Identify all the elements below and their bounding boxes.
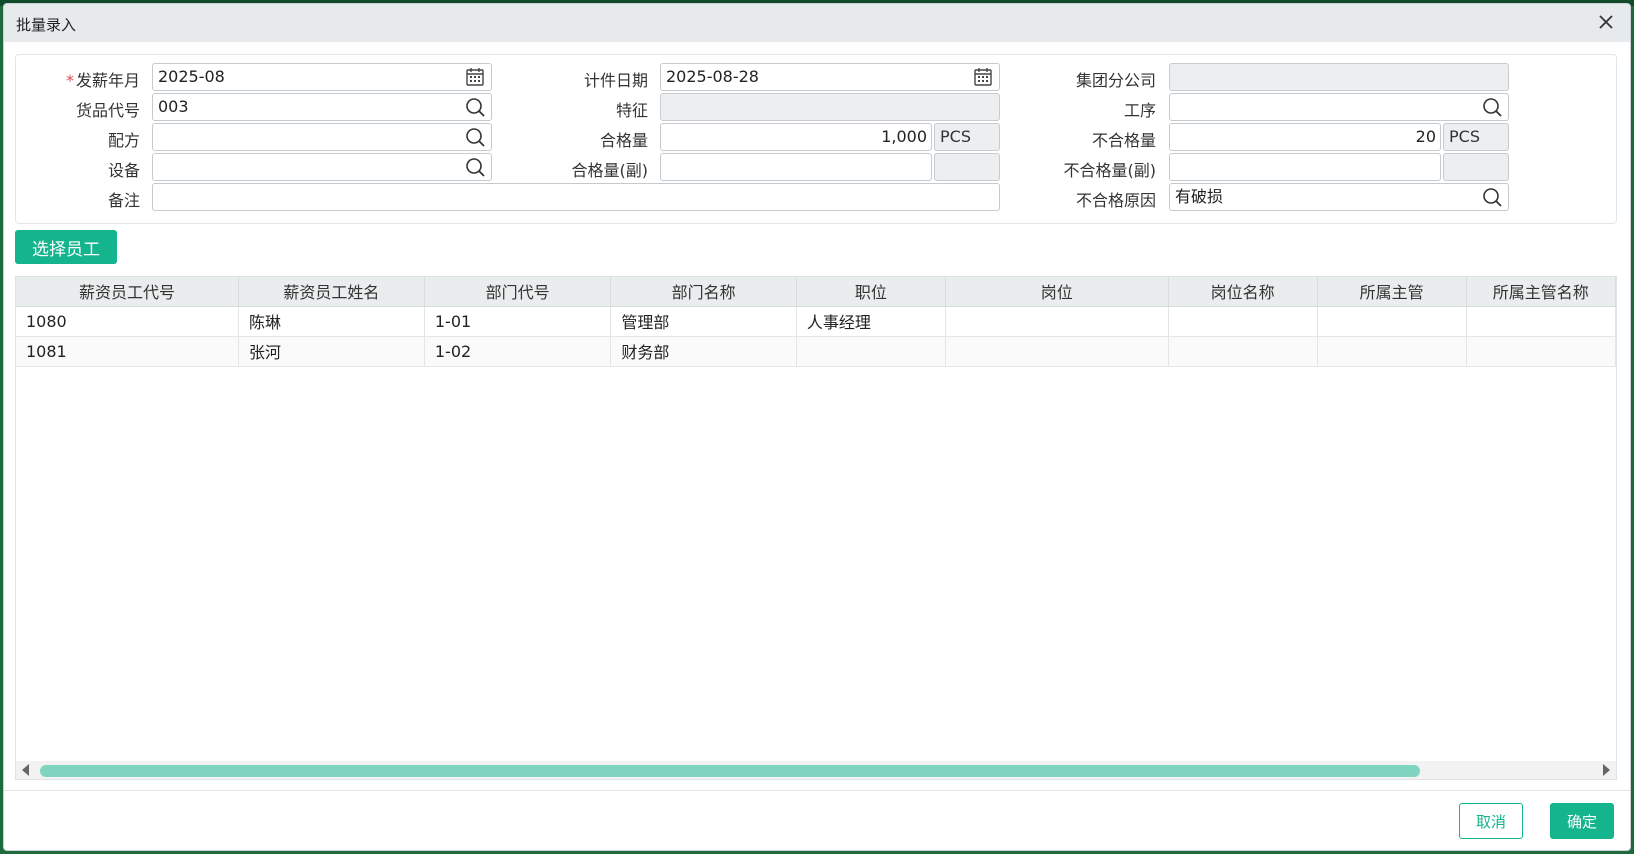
table-cell[interactable]: 管理部 [610, 306, 797, 337]
unqualified-reason-label: 不合格原因 [1075, 191, 1156, 210]
pay-month-label: * 发薪年月 [65, 71, 140, 90]
column-header[interactable]: 所属主管 [1317, 277, 1467, 307]
unqualified-qty-input[interactable]: 20 [1169, 123, 1441, 151]
equipment-label: 设备 [107, 161, 140, 180]
dialog-title: 批量录入 [16, 16, 77, 34]
feature-label: 特征 [615, 101, 648, 120]
formula-input[interactable] [152, 123, 492, 151]
footer-divider [4, 790, 1630, 791]
table-cell[interactable]: 1080 [16, 306, 239, 337]
unqualified-reason-input[interactable]: 有破损 [1169, 183, 1509, 211]
table-cell[interactable] [945, 336, 1169, 367]
column-header[interactable]: 薪资员工姓名 [238, 277, 425, 307]
search-icon[interactable] [464, 96, 486, 118]
unqualified-qty-label: 不合格量 [1091, 131, 1156, 150]
table-cell[interactable]: 1-01 [424, 306, 612, 337]
table-cell[interactable]: 财务部 [610, 336, 797, 367]
qualified-qty-sub-unit [934, 153, 1000, 181]
column-header[interactable]: 岗位 [945, 277, 1169, 307]
unqualified-qty-sub-unit [1443, 153, 1509, 181]
qualified-qty-unit: PCS [934, 123, 1000, 151]
process-input[interactable] [1169, 93, 1509, 121]
remark-label: 备注 [107, 191, 140, 210]
employee-grid: 薪资员工代号 薪资员工姓名 部门代号 部门名称 职位 岗位 岗位名称 所属主管 … [15, 276, 1617, 780]
dialog-titlebar: 批量录入 [4, 4, 1630, 42]
scroll-left-icon[interactable] [20, 764, 32, 776]
qualified-qty-sub-label: 合格量(副) [571, 161, 649, 180]
table-cell[interactable] [1168, 306, 1318, 337]
pay-month-input[interactable]: 2025-08 [152, 63, 492, 91]
table-cell[interactable]: 张河 [238, 336, 425, 367]
qualified-qty-label: 合格量 [599, 131, 648, 150]
employee-table: 薪资员工代号 薪资员工姓名 部门代号 部门名称 职位 岗位 岗位名称 所属主管 … [16, 277, 1616, 367]
column-header[interactable]: 职位 [796, 277, 946, 307]
item-code-input[interactable]: 003 [152, 93, 492, 121]
cancel-button[interactable]: 取消 [1459, 803, 1523, 839]
batch-entry-dialog: 批量录入 * 发薪年月 2025-08 计件日期 2025-08-28 集团分公司… [4, 4, 1630, 850]
search-icon[interactable] [464, 126, 486, 148]
unqualified-qty-unit: PCS [1443, 123, 1509, 151]
piece-date-label: 计件日期 [583, 71, 648, 90]
item-code-label: 货品代号 [75, 101, 140, 120]
equipment-input[interactable] [152, 153, 492, 181]
column-header[interactable]: 薪资员工代号 [16, 277, 239, 307]
horizontal-scrollbar[interactable] [16, 761, 1616, 779]
table-cell[interactable] [796, 336, 946, 367]
unqualified-qty-sub-input[interactable] [1169, 153, 1441, 181]
process-label: 工序 [1123, 101, 1156, 120]
piece-date-input[interactable]: 2025-08-28 [660, 63, 1000, 91]
column-header[interactable]: 部门名称 [610, 277, 797, 307]
table-cell[interactable] [1317, 336, 1467, 367]
table-cell[interactable] [1466, 336, 1616, 367]
qualified-qty-sub-input[interactable] [660, 153, 932, 181]
column-header[interactable]: 所属主管名称 [1466, 277, 1616, 307]
table-cell[interactable] [1317, 306, 1467, 337]
search-icon[interactable] [1481, 96, 1503, 118]
formula-label: 配方 [107, 131, 140, 150]
search-icon[interactable] [464, 156, 486, 178]
feature-input [660, 93, 1000, 121]
table-cell[interactable]: 1-02 [424, 336, 612, 367]
table-cell[interactable] [1168, 336, 1318, 367]
table-cell[interactable]: 1081 [16, 336, 239, 367]
column-header[interactable]: 岗位名称 [1168, 277, 1318, 307]
close-icon[interactable] [1594, 10, 1618, 34]
search-icon[interactable] [1481, 186, 1503, 208]
table-cell[interactable] [1466, 306, 1616, 337]
table-cell[interactable]: 陈琳 [238, 306, 425, 337]
group-branch-input [1169, 63, 1509, 91]
unqualified-qty-sub-label: 不合格量(副) [1063, 161, 1157, 180]
scroll-right-icon[interactable] [1600, 764, 1612, 776]
confirm-button[interactable]: 确定 [1550, 803, 1614, 839]
table-cell[interactable]: 人事经理 [796, 306, 946, 337]
remark-input[interactable] [152, 183, 1000, 211]
calendar-icon[interactable] [464, 66, 486, 88]
calendar-icon[interactable] [972, 66, 994, 88]
column-header[interactable]: 部门代号 [424, 277, 612, 307]
select-employee-button[interactable]: 选择员工 [15, 230, 117, 264]
form-panel: * 发薪年月 2025-08 计件日期 2025-08-28 集团分公司 货品代号… [15, 54, 1617, 224]
table-header-row: 薪资员工代号 薪资员工姓名 部门代号 部门名称 职位 岗位 岗位名称 所属主管 … [16, 277, 1616, 307]
table-row[interactable]: 1080 陈琳 1-01 管理部 人事经理 [16, 306, 1616, 337]
scrollbar-thumb[interactable] [40, 765, 1420, 777]
table-cell[interactable] [945, 306, 1169, 337]
qualified-qty-input[interactable]: 1,000 [660, 123, 932, 151]
group-branch-label: 集团分公司 [1075, 71, 1156, 90]
table-row[interactable]: 1081 张河 1-02 财务部 [16, 336, 1616, 367]
